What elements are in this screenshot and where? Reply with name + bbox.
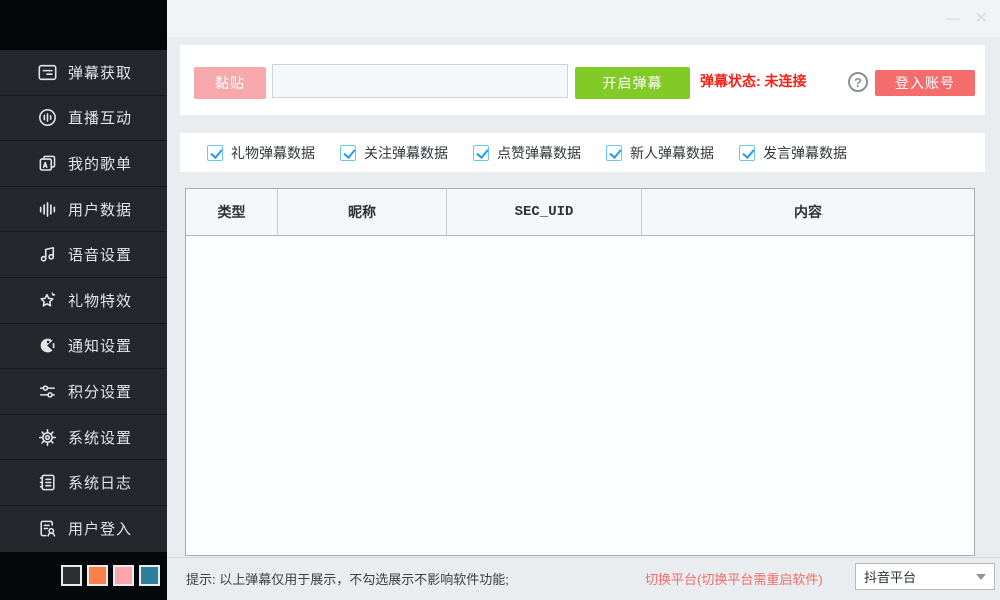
column-header-type: 类型 [186, 189, 278, 235]
room-url-input[interactable] [272, 64, 568, 98]
sidebar-item-notification-settings[interactable]: 通知设置 [0, 324, 167, 370]
table-body[interactable] [186, 236, 974, 555]
sidebar-header [0, 0, 167, 50]
app-window: 弹幕获取 直播互动 我的歌单 [0, 0, 1000, 600]
filter-chat: 发言弹幕数据 [739, 143, 872, 163]
connection-toolbar: 黏贴 开启弹幕 弹幕状态: 未连接 ? 登入账号 [180, 45, 985, 115]
sidebar-item-label: 用户数据 [68, 199, 132, 220]
sidebar-item-live-interaction[interactable]: 直播互动 [0, 96, 167, 142]
paste-button[interactable]: 黏贴 [194, 67, 266, 99]
checkbox-label: 关注弹幕数据 [364, 143, 448, 163]
sidebar-item-label: 通知设置 [68, 335, 132, 356]
checkbox-label: 新人弹幕数据 [630, 143, 714, 163]
minimize-button[interactable]: — [946, 11, 961, 26]
theme-swatches [61, 565, 160, 586]
sidebar-item-label: 用户登入 [68, 518, 132, 539]
points-settings-icon [36, 380, 58, 402]
login-account-button[interactable]: 登入账号 [875, 70, 975, 96]
sidebar-item-label: 系统日志 [68, 472, 132, 493]
chevron-down-icon [976, 574, 986, 580]
danmaku-table: 类型 昵称 SEC_UID 内容 [185, 188, 975, 556]
checkbox-newcomer-danmaku[interactable] [606, 145, 622, 161]
sidebar-item-label: 我的歌单 [68, 153, 132, 174]
start-danmaku-button[interactable]: 开启弹幕 [575, 67, 690, 99]
sidebar-item-danmaku-capture[interactable]: 弹幕获取 [0, 50, 167, 96]
close-button[interactable]: ✕ [975, 11, 988, 27]
sidebar-item-points-settings[interactable]: 积分设置 [0, 369, 167, 415]
sidebar-item-label: 积分设置 [68, 381, 132, 402]
checkbox-label: 点赞弹幕数据 [497, 143, 581, 163]
filter-gift: 礼物弹幕数据 [207, 143, 340, 163]
sidebar-menu: 弹幕获取 直播互动 我的歌单 [0, 50, 167, 552]
content: 黏贴 开启弹幕 弹幕状态: 未连接 ? 登入账号 礼物弹幕数据 关注弹幕数据 [167, 37, 1000, 600]
sidebar: 弹幕获取 直播互动 我的歌单 [0, 0, 167, 600]
switch-platform-text: 切换平台(切换平台需重启软件) [645, 569, 823, 588]
sidebar-item-user-login[interactable]: 用户登入 [0, 506, 167, 552]
column-header-sec-uid: SEC_UID [447, 189, 642, 235]
checkbox-gift-danmaku[interactable] [207, 145, 223, 161]
checkbox-label: 礼物弹幕数据 [231, 143, 315, 163]
danmaku-status-text: 弹幕状态: 未连接 [700, 71, 807, 91]
sidebar-item-system-settings[interactable]: 系统设置 [0, 415, 167, 461]
sidebar-item-label: 弹幕获取 [68, 62, 132, 83]
voice-settings-icon [36, 244, 58, 266]
my-playlist-icon [36, 152, 58, 174]
filter-newcomer: 新人弹幕数据 [606, 143, 739, 163]
sidebar-item-voice-settings[interactable]: 语音设置 [0, 232, 167, 278]
table-header: 类型 昵称 SEC_UID 内容 [186, 189, 974, 236]
footer-bar: 提示: 以上弹幕仅用于展示，不勾选展示不影响软件功能; 切换平台(切换平台需重启… [167, 557, 1000, 600]
main-area: — ✕ 黏贴 开启弹幕 弹幕状态: 未连接 ? 登入账号 礼物弹幕数据 [167, 0, 1000, 600]
column-header-nickname: 昵称 [278, 189, 447, 235]
system-log-icon [36, 472, 58, 494]
platform-selected-value: 抖音平台 [864, 567, 976, 586]
filter-follow: 关注弹幕数据 [340, 143, 473, 163]
notification-settings-icon [36, 335, 58, 357]
platform-select[interactable]: 抖音平台 [855, 563, 995, 590]
user-login-icon [36, 518, 58, 540]
checkbox-like-danmaku[interactable] [473, 145, 489, 161]
filter-like: 点赞弹幕数据 [473, 143, 606, 163]
sidebar-item-user-data[interactable]: 用户数据 [0, 187, 167, 233]
danmaku-capture-icon [36, 61, 58, 83]
theme-swatch-pink[interactable] [113, 565, 134, 586]
sidebar-item-gift-effects[interactable]: 礼物特效 [0, 278, 167, 324]
checkbox-follow-danmaku[interactable] [340, 145, 356, 161]
sidebar-item-label: 直播互动 [68, 107, 132, 128]
sidebar-item-my-playlist[interactable]: 我的歌单 [0, 141, 167, 187]
sidebar-footer [0, 552, 167, 600]
sidebar-item-label: 礼物特效 [68, 290, 132, 311]
gift-effects-icon [36, 289, 58, 311]
column-header-content: 内容 [642, 189, 974, 235]
sidebar-item-label: 系统设置 [68, 427, 132, 448]
theme-swatch-teal[interactable] [139, 565, 160, 586]
filters-row: 礼物弹幕数据 关注弹幕数据 点赞弹幕数据 新人弹幕数据 [180, 133, 985, 172]
sidebar-item-system-log[interactable]: 系统日志 [0, 460, 167, 506]
theme-swatch-orange[interactable] [87, 565, 108, 586]
checkbox-chat-danmaku[interactable] [739, 145, 755, 161]
live-interaction-icon [36, 107, 58, 129]
help-icon[interactable]: ? [848, 72, 868, 92]
system-settings-icon [36, 426, 58, 448]
sidebar-item-label: 语音设置 [68, 244, 132, 265]
theme-swatch-dark[interactable] [61, 565, 82, 586]
titlebar: — ✕ [167, 0, 1000, 37]
footer-hint-text: 提示: 以上弹幕仅用于展示，不勾选展示不影响软件功能; [186, 569, 509, 588]
checkbox-label: 发言弹幕数据 [763, 143, 847, 163]
danmaku-filters: 礼物弹幕数据 关注弹幕数据 点赞弹幕数据 新人弹幕数据 [180, 133, 985, 172]
user-data-icon [36, 198, 58, 220]
